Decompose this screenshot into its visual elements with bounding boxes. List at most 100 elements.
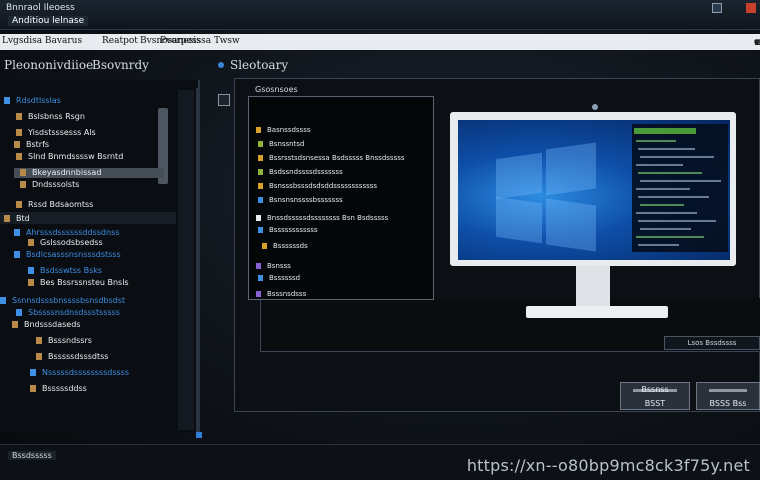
details-item-label: Basnssdssss (267, 126, 311, 134)
sidebar-item-label: Slnd Bnmdssssw Bsrntd (28, 152, 124, 161)
sidebar-item[interactable]: Bsdlcsasssnsnsssdstsss (14, 250, 121, 259)
sidebar-item-label: Bes Bssrssnsteu Bnsls (40, 278, 129, 287)
primary-button-label: Bssnss (641, 385, 669, 394)
sidebar-item[interactable]: Bndsssdaseds (12, 320, 80, 329)
folder-icon (14, 251, 20, 258)
details-list-title: Gsosnsoes (255, 85, 298, 94)
details-item-label: Bssssssds (273, 242, 308, 250)
details-list-item[interactable]: Bsnsss (256, 262, 291, 270)
sidebar-item[interactable]: Bkeyasdnnbissad (20, 168, 101, 177)
details-list-item[interactable]: Bssssssssssss (258, 226, 318, 234)
right-pane-heading: Sleotoary (230, 58, 289, 72)
terminal-line (640, 204, 684, 206)
secondary-button[interactable]: BSSS Bss (696, 382, 760, 410)
secondary-button-decoration (709, 389, 747, 392)
sidebar-item[interactable]: Yisdstsssesss Als (16, 128, 96, 137)
windows-logo-pane-4 (546, 198, 596, 252)
details-item-label: Bsnsss (267, 262, 291, 270)
sidebar-item[interactable]: Bsssssddss (30, 384, 87, 393)
left-pane-heading-2: Bsovnrdy (92, 58, 149, 72)
sidebar-item-label: Gslssodsbsedss (40, 238, 103, 247)
sidebar-item[interactable]: Slnd Bnmdssssw Bsrntd (16, 152, 123, 161)
title-bar: Bnnraol Ileoess Anditiou lelnase (0, 0, 760, 30)
menu-item-4[interactable]: Pvorpesssa Twsw (160, 36, 240, 46)
resize-handle[interactable] (196, 432, 202, 438)
sidebar-item-label: Sbssssnsdnsdssstsssss (28, 308, 120, 317)
file-icon (4, 215, 10, 222)
menu-item-1[interactable]: Lvgsdisa Bavarus (2, 36, 82, 46)
details-list-item[interactable]: Bsnsnsnssssbsssssss (258, 196, 343, 204)
pane-divider[interactable] (196, 88, 198, 438)
menu-bar: Lvgsdisa Bavarus Reatpot Bvsnosanesis Pv… (0, 34, 760, 50)
terminal-line (638, 220, 716, 222)
terminal-line (638, 172, 702, 174)
terminal-line (636, 188, 690, 190)
details-item-label: Bsnssntsd (269, 140, 305, 148)
pane-indicator-icon (218, 62, 224, 68)
sidebar-item[interactable]: Nsssssdssssssssdssss (30, 368, 129, 377)
add-icon[interactable]: ⊕ (754, 38, 760, 48)
monitor-neck (576, 266, 610, 308)
sidebar-item-label: Bndsssdaseds (24, 320, 81, 329)
watermark-text: https://xn--o80bp9mc8ck3f75y.net (466, 456, 750, 475)
menu-item-2[interactable]: Reatpot (102, 36, 138, 46)
details-list-item[interactable]: Bssrsstsdsnsessa Bsdsssss Bnssdsssss (258, 154, 405, 162)
terminal-line (636, 212, 697, 214)
minimize-button[interactable] (712, 3, 722, 13)
sidebar-item-label: Btd (16, 214, 30, 223)
file-icon (30, 385, 36, 392)
details-item-label: Bssssssssssss (269, 226, 318, 234)
sidebar-item[interactable]: Bsssssdsssdtss (36, 352, 108, 361)
sidebar-item-label: Nsssssdssssssssdssss (42, 368, 129, 377)
sidebar-item-label: Ahrsssdssssssddssdnss (26, 228, 120, 237)
sidebar-item[interactable]: Sbssssnsdnsdssstsssss (16, 308, 120, 317)
terminal-line (640, 228, 691, 230)
close-button[interactable] (746, 3, 756, 13)
details-list-item[interactable]: Bsdssndssssdsssssss (258, 168, 343, 176)
sidebar-item-label: Ssnnsdsssbnssssbsnsdbsdst (12, 296, 126, 305)
details-list-item[interactable]: Bssssssd (258, 274, 300, 282)
file-icon (256, 263, 261, 269)
details-item-label: Bsssnsdsss (267, 290, 307, 298)
file-icon (16, 129, 22, 136)
sidebar-scrollbar[interactable] (178, 90, 194, 430)
sidebar-item-label: Bslsbnss Rsgn (28, 112, 85, 121)
sidebar-item[interactable]: Ssnnsdsssbnssssbsnsdbsdst (0, 296, 125, 305)
camera-dot (592, 104, 598, 110)
file-icon (258, 155, 263, 161)
sidebar-item[interactable]: Bstrfs (14, 140, 49, 149)
sidebar-item[interactable]: Dndsssolsts (20, 180, 79, 189)
details-item-label: Bsnsssbsssdsdsddssssssssssss (269, 182, 378, 190)
folder-icon (14, 229, 20, 236)
sidebar-item[interactable]: Ahrsssdssssssddssdnss (14, 228, 119, 237)
sidebar-item[interactable]: Bslsbnss Rsgn (16, 112, 85, 121)
sidebar-item-label: Bkeyasdnnbissad (32, 168, 102, 177)
file-icon (16, 153, 22, 160)
terminal-line (636, 140, 676, 142)
file-icon (20, 169, 26, 176)
app-window: Bnnraol Ileoess Anditiou lelnase Lvgsdis… (0, 0, 760, 480)
details-list-item[interactable]: Basnssdssss (256, 126, 311, 134)
expand-icon[interactable] (218, 94, 230, 106)
sidebar-item-label: Dndsssolsts (32, 180, 80, 189)
sidebar-item[interactable]: Rssd Bdsaomtss (16, 200, 93, 209)
file-icon (14, 141, 20, 148)
details-list-item[interactable]: Bssssssds (262, 242, 308, 250)
primary-button[interactable]: Bssnss BSST (620, 382, 690, 410)
details-list-item[interactable]: Bsssnsdsss (256, 290, 306, 298)
sidebar-item[interactable]: Btd (4, 214, 30, 223)
terminal-line (640, 156, 714, 158)
terminal-line (636, 164, 683, 166)
sidebar-item[interactable]: Bes Bssrssnsteu Bnsls (28, 278, 129, 287)
details-item-label: Bsnsnsnssssbsssssss (269, 196, 343, 204)
sidebar-item[interactable]: Gslssodsbsedss (28, 238, 103, 247)
details-list-item[interactable]: Bsnssntsd (258, 140, 304, 148)
sidebar-item[interactable]: Bsssndssrs (36, 336, 92, 345)
sidebar-item[interactable]: Bsdsswtss Bsks (28, 266, 102, 275)
file-icon (16, 201, 22, 208)
file-icon (36, 337, 42, 344)
details-list-item[interactable]: Bsnsssbsssdsdsddssssssssssss (258, 182, 377, 190)
details-list-item[interactable]: Bnssdsssssdssssssss Bsn Bsdsssss (256, 214, 388, 222)
sidebar-item-label: Rdsdtlsslas (16, 96, 61, 105)
sidebar-item[interactable]: Rdsdtlsslas (4, 96, 61, 105)
